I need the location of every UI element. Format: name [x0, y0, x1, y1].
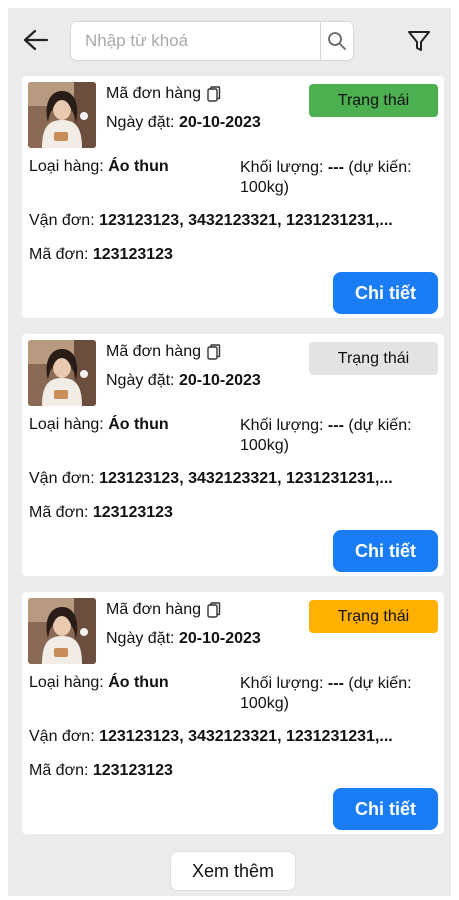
- copy-button[interactable]: [207, 343, 221, 361]
- copy-icon: [207, 343, 221, 360]
- detail-button[interactable]: Chi tiết: [333, 788, 438, 830]
- weight-label: Khối lượng:: [240, 159, 324, 176]
- search-button[interactable]: [320, 22, 353, 60]
- status-badge: Trạng thái: [309, 84, 438, 117]
- detail-button[interactable]: Chi tiết: [333, 272, 438, 314]
- detail-button[interactable]: Chi tiết: [333, 530, 438, 572]
- search-icon: [328, 32, 346, 50]
- order-code-row: Mã đơn hàng: [106, 343, 221, 361]
- product-type: Loại hàng: Áo thun: [29, 158, 169, 176]
- copy-icon: [207, 85, 221, 102]
- order-number-label: Mã đơn:: [29, 246, 89, 263]
- order-date-value: 20-10-2023: [178, 372, 261, 389]
- waybill-label: Vận đơn:: [29, 470, 95, 487]
- weight-info: Khối lượng: --- (dự kiến: 100kg): [240, 158, 440, 198]
- weight-value: ---: [327, 675, 344, 692]
- weight-value: ---: [327, 417, 344, 434]
- order-code-label: Mã đơn hàng: [106, 85, 201, 102]
- order-number: Mã đơn: 123123123: [29, 246, 173, 264]
- product-photo: [28, 340, 96, 406]
- order-date-value: 20-10-2023: [178, 630, 261, 647]
- top-bar: [8, 8, 451, 74]
- waybill-value: 123123123, 3432123321, 1231231231,...: [99, 212, 393, 229]
- order-card: Mã đơn hàng Ngày đặt: 20-10-2023 Trạng t…: [22, 76, 444, 318]
- order-date: Ngày đặt: 20-10-2023: [106, 114, 261, 132]
- order-date-label: Ngày đặt:: [106, 630, 175, 647]
- weight-value: ---: [327, 159, 344, 176]
- waybill-info: Vận đơn: 123123123, 3432123321, 12312312…: [29, 470, 393, 488]
- order-number-value: 123123123: [92, 762, 173, 779]
- order-number-label: Mã đơn:: [29, 762, 89, 779]
- product-type-label: Loại hàng:: [29, 674, 104, 691]
- order-number-value: 123123123: [92, 504, 173, 521]
- search-box: [70, 21, 354, 61]
- order-number-value: 123123123: [92, 246, 173, 263]
- order-code-row: Mã đơn hàng: [106, 601, 221, 619]
- product-type: Loại hàng: Áo thun: [29, 416, 169, 434]
- product-type-value: Áo thun: [108, 674, 169, 691]
- waybill-value: 123123123, 3432123321, 1231231231,...: [99, 470, 393, 487]
- product-type-label: Loại hàng:: [29, 158, 104, 175]
- waybill-value: 123123123, 3432123321, 1231231231,...: [99, 728, 393, 745]
- order-date-label: Ngày đặt:: [106, 372, 175, 389]
- order-code-row: Mã đơn hàng: [106, 85, 221, 103]
- arrow-left-icon: [23, 29, 49, 51]
- order-number: Mã đơn: 123123123: [29, 762, 173, 780]
- waybill-label: Vận đơn:: [29, 212, 95, 229]
- waybill-info: Vận đơn: 123123123, 3432123321, 12312312…: [29, 212, 393, 230]
- order-card: Mã đơn hàng Ngày đặt: 20-10-2023 Trạng t…: [22, 592, 444, 834]
- order-code-label: Mã đơn hàng: [106, 601, 201, 618]
- back-button[interactable]: [20, 24, 52, 56]
- weight-label: Khối lượng:: [240, 675, 324, 692]
- weight-info: Khối lượng: --- (dự kiến: 100kg): [240, 674, 440, 714]
- product-photo: [28, 82, 96, 148]
- order-number-label: Mã đơn:: [29, 504, 89, 521]
- status-badge: Trạng thái: [309, 342, 438, 375]
- order-card: Mã đơn hàng Ngày đặt: 20-10-2023 Trạng t…: [22, 334, 444, 576]
- waybill-label: Vận đơn:: [29, 728, 95, 745]
- waybill-info: Vận đơn: 123123123, 3432123321, 12312312…: [29, 728, 393, 746]
- order-date: Ngày đặt: 20-10-2023: [106, 630, 261, 648]
- order-date-label: Ngày đặt:: [106, 114, 175, 131]
- weight-info: Khối lượng: --- (dự kiến: 100kg): [240, 416, 440, 456]
- order-date-value: 20-10-2023: [178, 114, 261, 131]
- funnel-icon: [408, 31, 430, 51]
- product-type-value: Áo thun: [108, 158, 169, 175]
- copy-button[interactable]: [207, 601, 221, 619]
- product-photo: [28, 598, 96, 664]
- copy-button[interactable]: [207, 85, 221, 103]
- app-screen: Mã đơn hàng Ngày đặt: 20-10-2023 Trạng t…: [8, 8, 451, 896]
- weight-label: Khối lượng:: [240, 417, 324, 434]
- order-date: Ngày đặt: 20-10-2023: [106, 372, 261, 390]
- product-type: Loại hàng: Áo thun: [29, 674, 169, 692]
- status-badge: Trạng thái: [309, 600, 438, 633]
- load-more-button[interactable]: Xem thêm: [170, 851, 296, 891]
- copy-icon: [207, 601, 221, 618]
- order-code-label: Mã đơn hàng: [106, 343, 201, 360]
- filter-button[interactable]: [404, 26, 434, 56]
- product-type-label: Loại hàng:: [29, 416, 104, 433]
- search-input[interactable]: [71, 22, 320, 60]
- order-number: Mã đơn: 123123123: [29, 504, 173, 522]
- product-type-value: Áo thun: [108, 416, 169, 433]
